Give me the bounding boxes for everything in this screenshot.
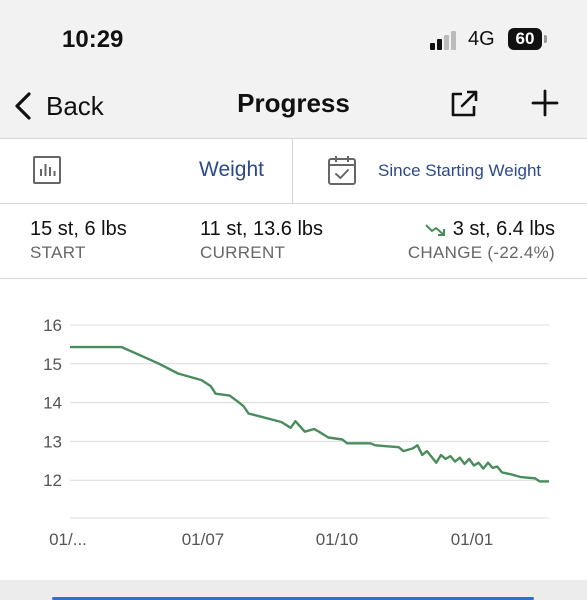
chart-canvas: 16 15 14 13 12 01/... 01/07 01/10 01/01 (43, 316, 549, 549)
y-tick-label: 13 (43, 432, 62, 451)
change-row: 3 st, 6.4 lbs (408, 218, 555, 241)
bar-chart-icon (33, 156, 61, 184)
battery-tip (544, 35, 547, 43)
signal-strength-icon (430, 31, 456, 50)
x-tick-label: 01/10 (316, 530, 359, 549)
stats-row: 15 st, 6 lbs START 11 st, 13.6 lbs CURRE… (0, 204, 587, 279)
current-value: 11 st, 13.6 lbs (200, 218, 324, 240)
metric-selector: Weight Since Starting Weight (0, 139, 587, 204)
y-tick-label: 15 (43, 355, 62, 374)
share-icon[interactable] (448, 88, 480, 120)
weight-chart: 16 15 14 13 12 01/... 01/07 01/10 01/01 (0, 279, 587, 580)
weight-series-line (70, 345, 549, 483)
calendar-check-icon (328, 156, 356, 185)
status-bar: 10:29 4G 60 (0, 0, 587, 78)
current-label: CURRENT (200, 243, 286, 262)
change-label: CHANGE (-22.4%) (407, 243, 555, 262)
metric-label: Weight (199, 158, 264, 181)
range-label: Since Starting Weight (378, 161, 542, 180)
nav-bar: Back Progress (0, 78, 587, 139)
status-time: 10:29 (62, 26, 124, 53)
start-value: 15 st, 6 lbs (30, 218, 127, 240)
y-tick-label: 14 (43, 394, 62, 413)
stat-change: 3 st, 6.4 lbs CHANGE (-22.4%) (408, 218, 555, 263)
x-tick-label: 01/... (49, 530, 87, 549)
back-label: Back (46, 90, 104, 121)
y-tick-label: 16 (43, 316, 62, 335)
x-tick-label: 01/01 (451, 530, 494, 549)
battery-icon: 60 (508, 28, 542, 50)
network-type: 4G (468, 28, 495, 50)
trend-down-icon (425, 224, 445, 236)
y-tick-label: 12 (43, 471, 62, 490)
add-icon[interactable] (528, 86, 562, 120)
change-value: 3 st, 6.4 lbs (452, 218, 555, 240)
stat-current: 11 st, 13.6 lbs CURRENT (200, 218, 323, 263)
metric-picker[interactable]: Weight (0, 139, 292, 203)
x-tick-label: 01/07 (182, 530, 225, 549)
start-label: START (30, 243, 86, 262)
back-button[interactable]: Back (12, 86, 104, 126)
stat-start: 15 st, 6 lbs START (30, 218, 127, 263)
chevron-left-icon (15, 92, 31, 120)
range-picker[interactable]: Since Starting Weight (293, 139, 587, 203)
